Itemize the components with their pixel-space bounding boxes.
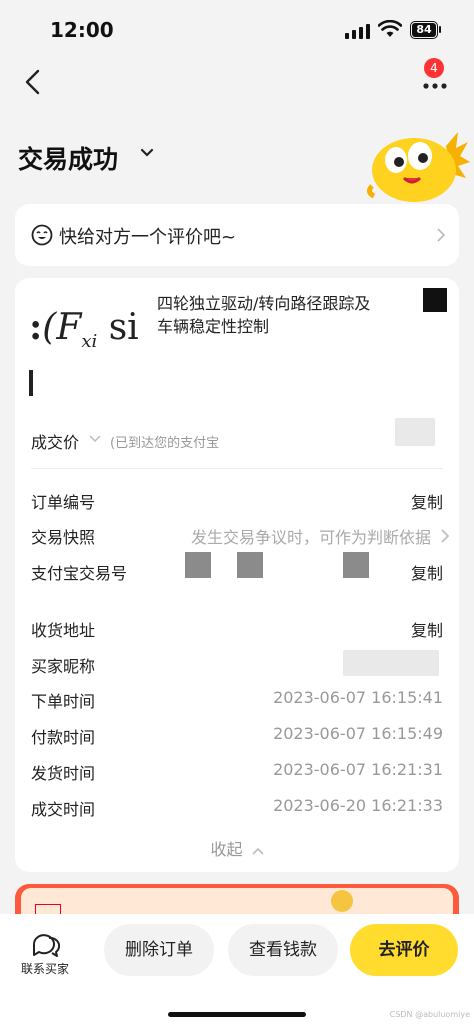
redacted-block xyxy=(395,418,435,446)
pay-time-label: 付款时间 xyxy=(31,728,96,747)
redacted-block xyxy=(343,650,439,676)
chat-icon[interactable] xyxy=(30,932,60,958)
collapse-button[interactable]: 收起 xyxy=(15,836,459,860)
snapshot-label: 交易快照 xyxy=(31,528,96,547)
battery-cap xyxy=(439,26,441,33)
back-icon[interactable] xyxy=(20,68,48,96)
deal-time-label: 成交时间 xyxy=(31,800,96,819)
alipay-no-label: 支付宝交易号 xyxy=(31,564,128,583)
redacted-block xyxy=(423,288,447,312)
chevron-right-icon xyxy=(437,228,445,242)
mascot-icon xyxy=(366,132,470,202)
address-label: 收货地址 xyxy=(31,621,96,640)
delete-order-button[interactable]: 删除订单 xyxy=(104,924,214,976)
divider xyxy=(31,468,443,469)
ship-time-label: 发货时间 xyxy=(31,764,96,783)
bottom-action-bar: 联系买家 删除订单 查看钱款 去评价 CSDN @abuluomiye xyxy=(0,914,474,1025)
status-bar: 12:00 84 xyxy=(0,0,474,60)
chevron-down-icon[interactable] xyxy=(89,435,101,443)
chevron-up-icon xyxy=(251,847,264,855)
snapshot-value[interactable]: 发生交易争议时，可作为判断依据 xyxy=(191,524,431,548)
wifi-icon xyxy=(378,20,402,37)
view-funds-button[interactable]: 查看钱款 xyxy=(228,924,338,976)
product-thumbnail-formula: :(Fxi si xyxy=(29,306,139,353)
buyer-label: 买家昵称 xyxy=(31,657,96,676)
signal-icon xyxy=(345,24,370,39)
home-indicator[interactable] xyxy=(168,1012,306,1017)
order-no-copy-button[interactable]: 复制 xyxy=(411,489,443,513)
formula-sub: xi xyxy=(81,331,98,353)
smile-icon xyxy=(31,224,53,246)
price-label: 成交价 xyxy=(31,433,80,452)
review-button[interactable]: 去评价 xyxy=(350,924,458,976)
formula-main: (F xyxy=(42,307,82,348)
address-copy-button[interactable]: 复制 xyxy=(411,617,443,641)
collapse-label: 收起 xyxy=(210,840,243,859)
watermark: CSDN @abuluomiye xyxy=(389,1010,470,1019)
product-title[interactable]: 四轮独立驱动/转向路径跟踪及车辆稳定性控制 xyxy=(157,292,383,338)
formula-tail: si xyxy=(97,307,139,348)
product-thumbnail[interactable]: :(Fxi si xyxy=(29,290,155,402)
status-time: 12:00 xyxy=(50,18,114,42)
alipay-no-copy-button[interactable]: 复制 xyxy=(411,560,443,584)
price-note: (已到达您的支付宝 xyxy=(110,436,220,451)
order-no-label: 订单编号 xyxy=(31,493,96,512)
thumb-mark xyxy=(29,370,33,396)
pay-time-value: 2023-06-07 16:15:49 xyxy=(273,724,443,743)
order-time-label: 下单时间 xyxy=(31,692,96,711)
battery-level: 84 xyxy=(412,23,436,37)
order-detail-card: :(Fxi si 四轮独立驱动/转向路径跟踪及车辆稳定性控制 成交价 (已到达您… xyxy=(15,278,459,872)
review-prompt-card[interactable]: 快给对方一个评价吧~ xyxy=(15,204,459,266)
redacted-block xyxy=(343,552,369,578)
redacted-block xyxy=(185,552,211,578)
deal-time-value: 2023-06-20 16:21:33 xyxy=(273,796,443,815)
battery-icon: 84 xyxy=(410,21,438,39)
ship-time-value: 2023-06-07 16:21:31 xyxy=(273,760,443,779)
page-title: 交易成功 xyxy=(18,145,119,174)
chevron-right-icon[interactable] xyxy=(441,529,449,543)
contact-buyer-label[interactable]: 联系买家 xyxy=(0,960,90,977)
chevron-down-icon[interactable] xyxy=(140,148,154,158)
order-time-value: 2023-06-07 16:15:41 xyxy=(273,688,443,707)
notification-badge: 4 xyxy=(424,58,444,78)
redacted-block xyxy=(237,552,263,578)
review-prompt-text: 快给对方一个评价吧~ xyxy=(59,227,237,248)
coin-icon xyxy=(331,890,353,912)
